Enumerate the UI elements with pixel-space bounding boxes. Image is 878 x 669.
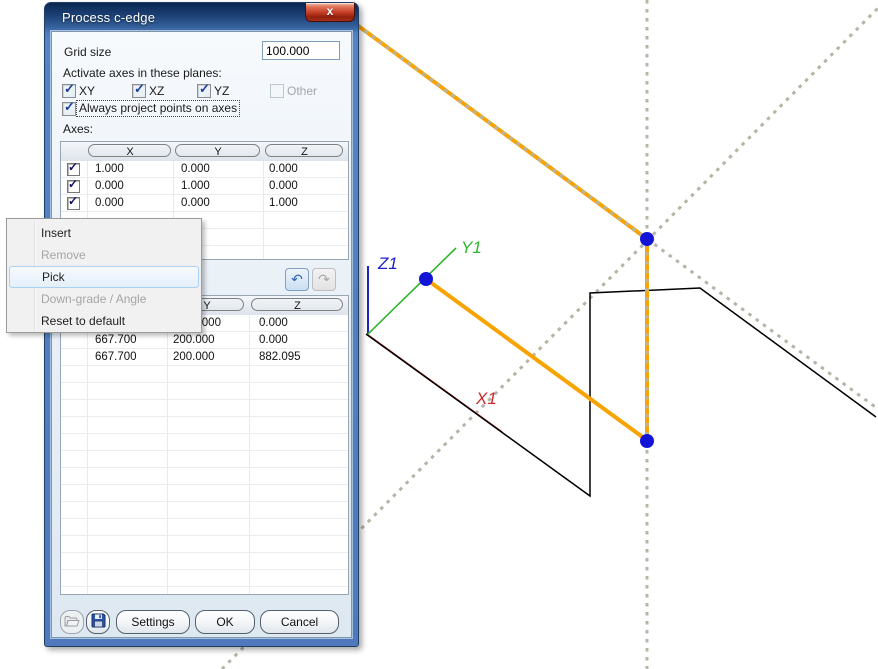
menu-item-remove: Remove — [9, 244, 199, 266]
row-checkbox[interactable]: ✓ — [67, 180, 80, 193]
row-checkbox[interactable]: ✓ — [67, 163, 80, 176]
check-icon: ✓ — [68, 195, 78, 208]
save-button[interactable] — [86, 610, 110, 634]
app-root: { "dialog": { "title": "Process c-edge",… — [0, 0, 878, 669]
checkbox-xy-label: XY — [79, 84, 95, 98]
points-col-z-header[interactable]: Z — [251, 298, 343, 311]
axes-section-label: Axes: — [63, 122, 93, 136]
cell-y[interactable]: 200.000 — [173, 332, 215, 349]
cell-z[interactable]: 882.095 — [259, 349, 301, 366]
grid-size-label: Grid size — [64, 45, 111, 59]
cell-y[interactable]: 0.000 — [181, 161, 210, 178]
axis-z-label: Z1 — [377, 254, 398, 273]
cell-z[interactable]: 0.000 — [269, 178, 298, 195]
cell-x[interactable]: 0.000 — [95, 195, 124, 212]
redo-icon: ↷ — [318, 271, 330, 287]
checkbox-always-project-label: Always project points on axes — [77, 101, 239, 116]
settings-button[interactable]: Settings — [116, 610, 190, 634]
grid-size-input[interactable] — [262, 41, 340, 60]
axes-col-y-header[interactable]: Y — [175, 144, 260, 157]
checkbox-other — [270, 84, 284, 98]
open-folder-icon — [64, 614, 80, 628]
planes-group-label: Activate axes in these planes: — [63, 66, 222, 80]
cell-x[interactable]: 667.700 — [95, 349, 137, 366]
dialog-body: Grid size Activate axes in these planes:… — [51, 31, 352, 638]
check-icon: ✓ — [134, 82, 145, 96]
axes-table-row[interactable]: ✓ 0.000 1.000 0.000 — [61, 178, 348, 195]
axes-col-x-header[interactable]: X — [88, 144, 171, 157]
selected-edge-middle[interactable] — [426, 279, 648, 441]
points-table-body[interactable]: 667.700 2000.000 0.000 667.700 200.000 0… — [61, 315, 348, 594]
undo-button[interactable]: ↶ — [285, 268, 309, 291]
row-checkbox[interactable]: ✓ — [67, 197, 80, 210]
close-button[interactable]: x — [305, 3, 355, 22]
dialog-title: Process c-edge — [62, 10, 155, 25]
redo-button: ↷ — [312, 268, 336, 291]
check-icon: ✓ — [199, 82, 210, 96]
axis-x-label: X1 — [475, 389, 497, 408]
checkbox-xy[interactable]: ✓ — [62, 84, 76, 98]
checkbox-xz[interactable]: ✓ — [132, 84, 146, 98]
menu-item-pick[interactable]: Pick — [9, 266, 199, 288]
menu-item-insert[interactable]: Insert — [9, 222, 199, 244]
undo-icon: ↶ — [291, 271, 303, 287]
axes-table-row[interactable]: ✓ 0.000 0.000 1.000 — [61, 195, 348, 212]
cell-y[interactable]: 0.000 — [181, 195, 210, 212]
cell-x[interactable]: 0.000 — [95, 178, 124, 195]
part-outline[interactable] — [366, 288, 876, 496]
cell-z[interactable]: 0.000 — [259, 332, 288, 349]
floppy-disk-icon — [91, 613, 106, 628]
points-table-row[interactable]: 667.700 200.000 0.000 — [61, 332, 348, 349]
checkbox-other-label: Other — [287, 84, 317, 98]
axis-y-label: Y1 — [461, 238, 482, 257]
cell-x[interactable]: 1.000 — [95, 161, 124, 178]
ok-button[interactable]: OK — [195, 610, 255, 634]
cell-z[interactable]: 0.000 — [269, 161, 298, 178]
points-table: X Y Z 667.700 2000.000 0.000 667.700 200… — [60, 295, 349, 595]
selected-edge-top[interactable] — [353, 22, 647, 239]
cell-y[interactable]: 1.000 — [181, 178, 210, 195]
open-button — [60, 610, 84, 634]
check-icon: ✓ — [64, 82, 75, 96]
check-icon: ✓ — [68, 178, 78, 191]
dialog-titlebar[interactable]: Process c-edge x — [45, 3, 358, 31]
axes-table-header: X Y Z — [61, 142, 348, 162]
checkbox-xz-label: XZ — [149, 84, 164, 98]
check-icon: ✓ — [64, 100, 75, 114]
checkbox-always-project[interactable]: ✓ — [62, 102, 76, 116]
axes-table-row[interactable]: ✓ 1.000 0.000 0.000 — [61, 161, 348, 178]
checkbox-yz-label: YZ — [214, 84, 229, 98]
axes-col-z-header[interactable]: Z — [265, 144, 343, 157]
check-icon: ✓ — [68, 161, 78, 174]
cell-z[interactable]: 0.000 — [259, 315, 288, 332]
context-menu: Insert Remove Pick Down-grade / Angle Re… — [6, 218, 202, 333]
points-table-row[interactable]: 667.700 200.000 882.095 — [61, 349, 348, 366]
cancel-button[interactable]: Cancel — [260, 610, 339, 634]
vertex-dot-bottom[interactable] — [640, 434, 654, 448]
cell-z[interactable]: 1.000 — [269, 195, 298, 212]
vertex-dot-top[interactable] — [640, 232, 654, 246]
menu-item-downgrade-angle: Down-grade / Angle — [9, 288, 199, 310]
cell-y[interactable]: 200.000 — [173, 349, 215, 366]
cell-x[interactable]: 667.700 — [95, 332, 137, 349]
menu-item-reset-to-default[interactable]: Reset to default — [9, 310, 199, 332]
vertex-dot-left[interactable] — [419, 272, 433, 286]
checkbox-yz[interactable]: ✓ — [197, 84, 211, 98]
